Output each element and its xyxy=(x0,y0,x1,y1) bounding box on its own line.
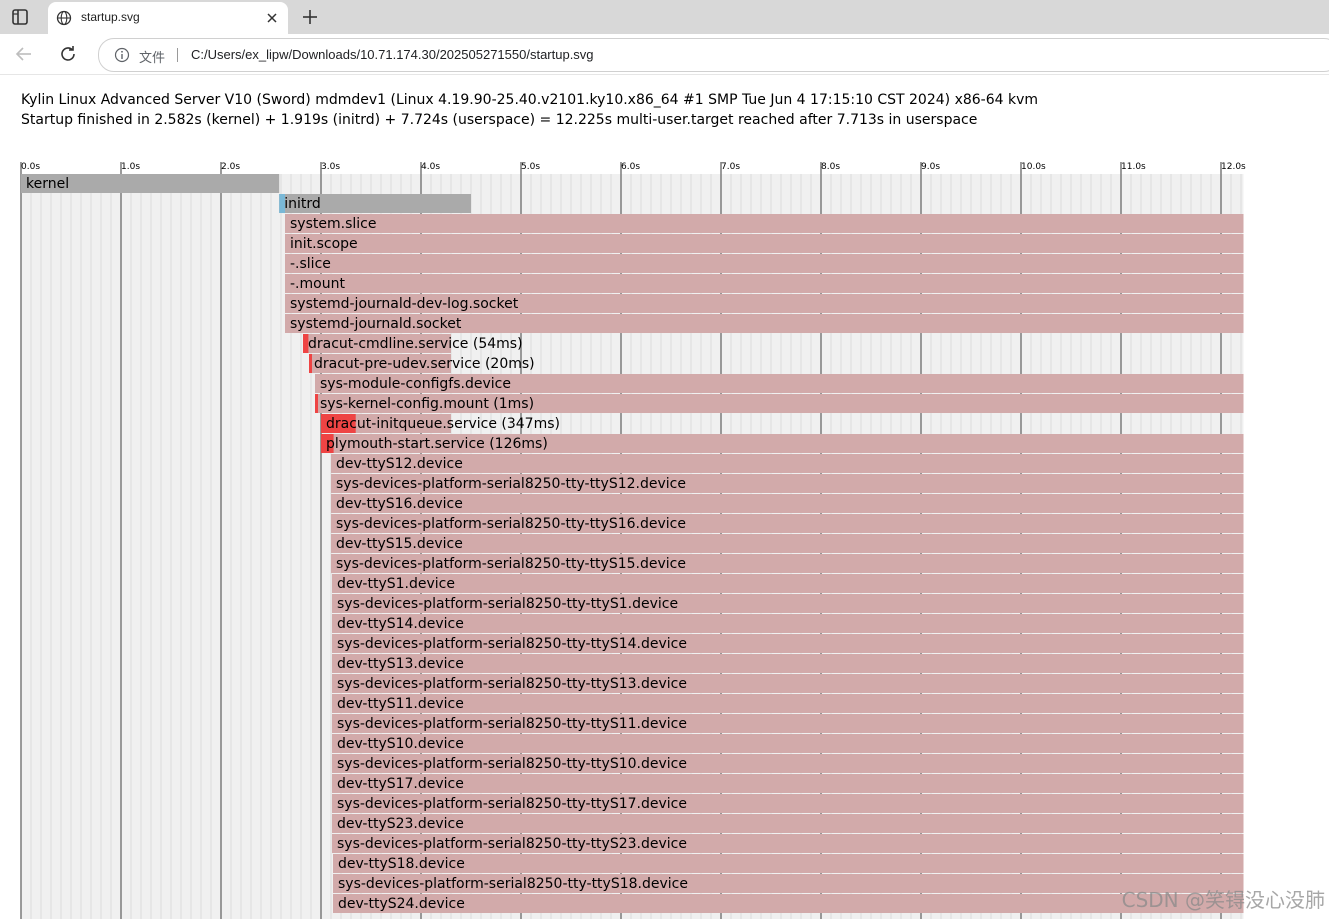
time-tick-label: 2.0s xyxy=(221,162,240,172)
unit-label: plymouth-start.service (126ms) xyxy=(326,436,548,452)
unit-label: dev-ttyS10.device xyxy=(337,736,464,752)
url-text[interactable]: C:/Users/ex_lipw/Downloads/10.71.174.30/… xyxy=(191,47,594,62)
page-content: Kylin Linux Advanced Server V10 (Sword) … xyxy=(0,75,1329,919)
unit-label: sys-devices-platform-serial8250-tty-ttyS… xyxy=(337,596,678,612)
unit-label: dev-ttyS14.device xyxy=(337,616,464,632)
time-tick-label: 6.0s xyxy=(621,162,640,172)
address-bar[interactable]: 文件 C:/Users/ex_lipw/Downloads/10.71.174.… xyxy=(98,38,1329,72)
unit-label: dev-ttyS11.device xyxy=(337,696,464,712)
csdn-watermark: CSDN @笑锝没心没肺 xyxy=(1121,888,1325,912)
unit-label: dev-ttyS23.device xyxy=(337,816,464,832)
unit-label: dev-ttyS1.device xyxy=(337,576,455,592)
header-line-1: Kylin Linux Advanced Server V10 (Sword) … xyxy=(21,92,1038,108)
unit-label: -.mount xyxy=(290,276,345,292)
time-tick-label: 12.0s xyxy=(1221,162,1246,172)
unit-label: sys-module-configfs.device xyxy=(320,376,511,392)
time-tick-label: 0.0s xyxy=(21,162,40,172)
time-tick-label: 1.0s xyxy=(121,162,140,172)
unit-bar xyxy=(285,274,1244,293)
info-icon[interactable] xyxy=(114,47,130,63)
unit-label: dracut-initqueue.service (347ms) xyxy=(326,416,560,432)
unit-bar xyxy=(331,534,1244,553)
scheme-label: 文件 xyxy=(139,50,166,65)
unit-bar xyxy=(332,574,1244,593)
unit-label: system.slice xyxy=(290,216,376,232)
time-tick-label: 5.0s xyxy=(521,162,540,172)
unit-bar xyxy=(332,734,1244,753)
unit-bar xyxy=(285,214,1244,233)
unit-label: dracut-pre-udev.service (20ms) xyxy=(314,356,535,372)
unit-label: sys-devices-platform-serial8250-tty-ttyS… xyxy=(337,836,687,852)
unit-label: sys-devices-platform-serial8250-tty-ttyS… xyxy=(337,756,687,772)
unit-label: sys-devices-platform-serial8250-tty-ttyS… xyxy=(336,516,686,532)
boot-timeline-chart: Kylin Linux Advanced Server V10 (Sword) … xyxy=(20,92,1246,919)
unit-label: kernel xyxy=(26,176,69,192)
time-tick-label: 10.0s xyxy=(1021,162,1046,172)
globe-icon xyxy=(56,10,72,26)
new-tab-plus-icon[interactable] xyxy=(298,5,322,29)
unit-label: sys-devices-platform-serial8250-tty-ttyS… xyxy=(337,796,687,812)
time-tick-label: 7.0s xyxy=(721,162,740,172)
unit-label: dracut-cmdline.service (54ms) xyxy=(308,336,523,352)
unit-label: systemd-journald.socket xyxy=(290,316,462,332)
unit-bar xyxy=(331,454,1244,473)
browser-toolbar: 文件 C:/Users/ex_lipw/Downloads/10.71.174.… xyxy=(0,34,1329,75)
tab-actions-icon[interactable] xyxy=(8,7,32,27)
unit-label: -.slice xyxy=(290,256,331,272)
time-tick-label: 11.0s xyxy=(1121,162,1146,172)
time-tick-label: 9.0s xyxy=(921,162,940,172)
back-arrow-icon[interactable] xyxy=(12,42,36,66)
reload-icon[interactable] xyxy=(56,42,80,66)
tab-title: startup.svg xyxy=(81,10,140,24)
unit-label: sys-devices-platform-serial8250-tty-ttyS… xyxy=(336,476,686,492)
browser-tab[interactable]: startup.svg xyxy=(48,2,288,34)
unit-label: dev-ttyS16.device xyxy=(336,496,463,512)
unit-bar xyxy=(285,254,1244,273)
unit-label: dev-ttyS18.device xyxy=(338,856,465,872)
unit-label: sys-devices-platform-serial8250-tty-ttyS… xyxy=(337,676,687,692)
activating-bar xyxy=(309,354,312,373)
unit-label: initrd xyxy=(284,196,321,212)
time-tick-label: 3.0s xyxy=(321,162,340,172)
time-tick-label: 4.0s xyxy=(421,162,440,172)
unit-bar xyxy=(333,894,1244,913)
unit-bar xyxy=(332,694,1244,713)
unit-label: sys-kernel-config.mount (1ms) xyxy=(320,396,534,412)
unit-label: systemd-journald-dev-log.socket xyxy=(290,296,519,312)
unit-label: dev-ttyS24.device xyxy=(338,896,465,912)
unit-label: sys-devices-platform-serial8250-tty-ttyS… xyxy=(337,716,687,732)
unit-bar xyxy=(332,614,1244,633)
close-icon[interactable] xyxy=(262,8,282,28)
time-axis-ticks: 0.0s 1.0s 2.0s 3.0s 4.0s 5.0s 6.0s 7.0s 8.0s 9.0s… xyxy=(21,162,1246,172)
unit-bar xyxy=(285,234,1244,253)
unit-bar xyxy=(332,814,1244,833)
browser-tab-strip: startup.svg xyxy=(0,0,1329,34)
unit-label: dev-ttyS13.device xyxy=(337,656,464,672)
unit-bar xyxy=(332,774,1244,793)
activating-bar xyxy=(315,394,318,413)
unit-label: dev-ttyS15.device xyxy=(336,536,463,552)
address-separator xyxy=(177,48,178,62)
unit-label: sys-devices-platform-serial8250-tty-ttyS… xyxy=(338,876,688,892)
unit-label: sys-devices-platform-serial8250-tty-ttyS… xyxy=(337,636,687,652)
unit-label: init.scope xyxy=(290,236,358,252)
header-line-2: Startup finished in 2.582s (kernel) + 1.… xyxy=(21,112,977,128)
unit-bar xyxy=(331,494,1244,513)
unit-label: sys-devices-platform-serial8250-tty-ttyS… xyxy=(336,556,686,572)
time-tick-label: 8.0s xyxy=(821,162,840,172)
unit-label: dev-ttyS17.device xyxy=(337,776,464,792)
unit-bar xyxy=(332,654,1244,673)
unit-bar xyxy=(333,854,1244,873)
unit-label: dev-ttyS12.device xyxy=(336,456,463,472)
